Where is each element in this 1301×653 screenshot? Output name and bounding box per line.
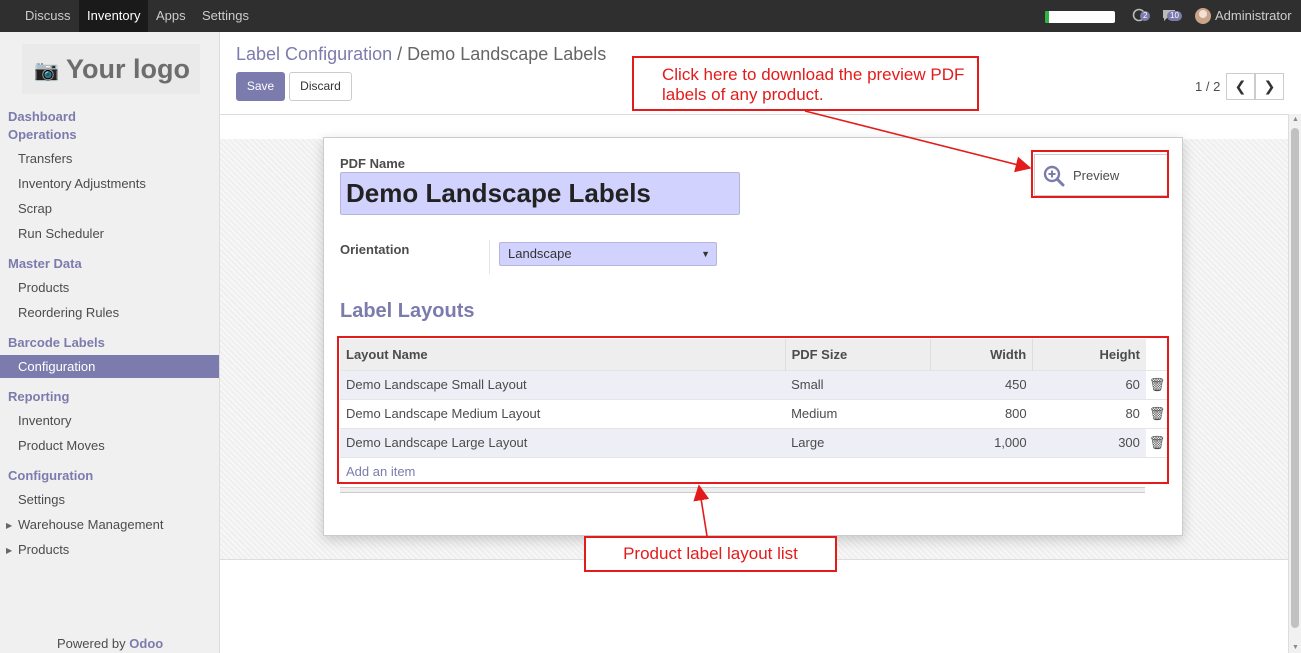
logo-text: Your logo: [66, 54, 190, 84]
orientation-select[interactable]: Landscape ▼: [499, 242, 717, 266]
discard-button[interactable]: Discard: [289, 72, 352, 101]
field-separator: [489, 240, 490, 274]
sidebar-item-run-scheduler[interactable]: Run Scheduler: [18, 226, 104, 241]
save-button[interactable]: Save: [236, 72, 285, 101]
sidebar-item-transfers[interactable]: Transfers: [18, 151, 72, 166]
sidebar-section-barcode-labels: Barcode Labels: [8, 335, 105, 350]
pager-previous-button[interactable]: ❮: [1226, 73, 1255, 100]
progress-fill: [1045, 11, 1049, 23]
label-layouts-title: Label Layouts: [340, 300, 475, 322]
sidebar: 📷 Your logo Dashboard Operations Transfe…: [0, 32, 220, 653]
menu-apps[interactable]: Apps: [148, 0, 194, 32]
sidebar-section-configuration: Configuration: [8, 468, 94, 483]
sidebar-item-configuration[interactable]: Configuration: [0, 355, 219, 378]
orientation-value: Landscape: [508, 246, 572, 261]
orientation-label: Orientation: [340, 242, 410, 257]
menu-inventory[interactable]: Inventory: [79, 0, 149, 32]
user-menu[interactable]: Administrator: [1215, 0, 1292, 32]
expand-caret-icon[interactable]: ▶: [6, 521, 12, 530]
messages-badge: 10: [1167, 11, 1182, 21]
onboarding-progress-bar[interactable]: [1045, 11, 1115, 23]
expand-caret-icon[interactable]: ▶: [6, 546, 12, 555]
sidebar-item-products[interactable]: Products: [18, 280, 69, 295]
sidebar-item-product-moves[interactable]: Product Moves: [18, 438, 105, 453]
sidebar-section-reporting: Reporting: [8, 389, 70, 404]
sidebar-item-scrap[interactable]: Scrap: [18, 201, 52, 216]
preview-annotation: Click here to download the preview PDF l…: [632, 56, 979, 111]
top-navbar: Discuss Inventory Apps Settings 2 10 Adm…: [0, 0, 1301, 32]
scroll-up-icon[interactable]: ▲: [1292, 116, 1299, 123]
sidebar-item-inventory[interactable]: Inventory: [18, 413, 71, 428]
pager-next-button[interactable]: ❯: [1255, 73, 1284, 100]
breadcrumb: Label Configuration / Demo Landscape Lab…: [236, 44, 606, 65]
chat-badge: 2: [1140, 11, 1151, 21]
pdf-name-input[interactable]: Demo Landscape Labels: [340, 172, 740, 215]
scroll-down-icon[interactable]: ▼: [1292, 644, 1299, 651]
table-highlight-box: [337, 336, 1169, 484]
user-avatar[interactable]: [1195, 8, 1211, 24]
layout-list-annotation: Product label layout list: [584, 536, 837, 572]
scrollbar-thumb[interactable]: [1291, 128, 1299, 628]
pdf-name-label: PDF Name: [340, 156, 406, 171]
powered-by: Powered by Odoo: [57, 636, 163, 651]
breadcrumb-parent[interactable]: Label Configuration: [236, 44, 392, 64]
table-footer: [340, 487, 1145, 493]
powered-by-text: Powered by: [57, 636, 126, 651]
sidebar-section-dashboard[interactable]: Dashboard: [8, 109, 76, 124]
chevron-left-icon: ❮: [1234, 78, 1247, 94]
pager-value[interactable]: 1 / 2: [1195, 79, 1220, 94]
sidebar-item-warehouse-management[interactable]: Warehouse Management: [18, 517, 164, 532]
chevron-right-icon: ❯: [1263, 78, 1276, 94]
dropdown-arrow-icon: ▼: [701, 249, 710, 259]
sidebar-item-reordering-rules[interactable]: Reordering Rules: [18, 305, 119, 320]
sidebar-section-master-data: Master Data: [8, 256, 82, 271]
camera-icon: 📷: [34, 60, 59, 82]
sidebar-item-settings[interactable]: Settings: [18, 492, 65, 507]
breadcrumb-current: Demo Landscape Labels: [407, 44, 607, 64]
menu-discuss[interactable]: Discuss: [17, 0, 79, 32]
odoo-link[interactable]: Odoo: [129, 636, 163, 651]
preview-highlight-box: [1031, 150, 1169, 198]
sidebar-item-inventory-adjustments[interactable]: Inventory Adjustments: [18, 176, 146, 191]
sidebar-item-config-products[interactable]: Products: [18, 542, 69, 557]
company-logo: 📷 Your logo: [22, 44, 200, 94]
sidebar-section-operations: Operations: [8, 127, 77, 142]
vertical-scrollbar[interactable]: ▲ ▼: [1288, 114, 1301, 653]
breadcrumb-separator: /: [397, 44, 403, 64]
menu-settings[interactable]: Settings: [194, 0, 257, 32]
